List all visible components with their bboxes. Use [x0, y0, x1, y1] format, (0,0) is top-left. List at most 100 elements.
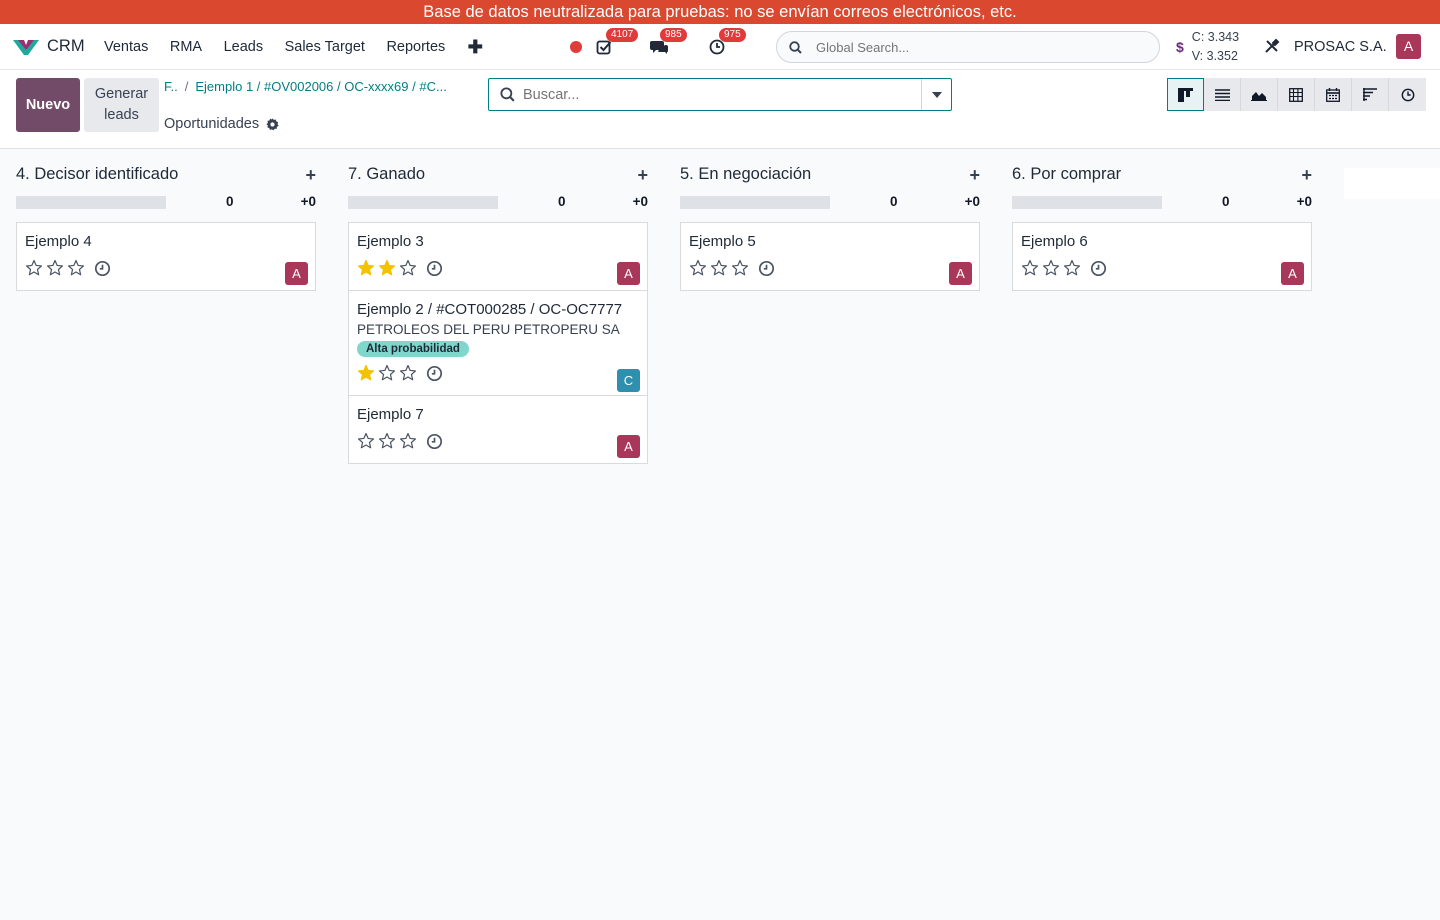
plus-icon[interactable]: ✚ [468, 37, 483, 58]
messages-badge: 985 [660, 28, 687, 42]
view-pivot-button[interactable] [1278, 78, 1315, 111]
column-title[interactable]: 4. Decisor identificado [16, 165, 178, 184]
list-icon [1214, 88, 1230, 101]
star-empty-icon[interactable] [399, 364, 417, 382]
star-empty-icon[interactable] [1063, 259, 1081, 277]
star-empty-icon[interactable] [378, 432, 396, 450]
kanban-card[interactable]: Ejemplo 4 A [17, 223, 315, 290]
view-graph-button[interactable] [1241, 78, 1278, 111]
sell-rate: V: 3.352 [1191, 49, 1238, 63]
star-filled-icon[interactable] [378, 259, 396, 277]
activity-clock-icon[interactable] [758, 260, 775, 277]
crm-logo-icon[interactable] [12, 38, 40, 59]
kanban-column: 7. Ganado + 0 +0 Ejemplo 3 A Ejemplo 2 /… [348, 150, 648, 464]
view-calendar-button[interactable] [1315, 78, 1352, 111]
card-list: Ejemplo 6 A [1012, 222, 1312, 291]
activity-clock-icon[interactable] [426, 365, 443, 382]
salesperson-avatar[interactable]: A [949, 262, 972, 285]
kanban-card[interactable]: Ejemplo 3 A [349, 223, 647, 291]
tools-icon[interactable] [1264, 38, 1280, 57]
dollar-icon: $ [1176, 39, 1184, 55]
column-progress-bar[interactable] [348, 196, 498, 209]
card-list: Ejemplo 3 A Ejemplo 2 / #COT000285 / OC-… [348, 222, 648, 464]
priority-stars[interactable] [25, 259, 85, 277]
star-empty-icon[interactable] [46, 259, 64, 277]
activity-clock-icon[interactable] [1090, 260, 1107, 277]
star-empty-icon[interactable] [399, 259, 417, 277]
column-title[interactable]: 7. Ganado [348, 165, 425, 184]
salesperson-avatar[interactable]: A [1281, 262, 1304, 285]
column-title[interactable]: 5. En negociación [680, 165, 811, 184]
activity-clock-icon[interactable] [426, 260, 443, 277]
global-search[interactable] [776, 31, 1160, 63]
global-search-input[interactable] [816, 39, 1116, 55]
search-input[interactable] [523, 86, 903, 103]
card-customer: PETROLEOS DEL PERU PETROPERU SA [357, 322, 620, 337]
column-title[interactable]: 6. Por comprar [1012, 165, 1121, 184]
quick-create-plus-icon[interactable]: + [637, 165, 648, 186]
priority-stars[interactable] [689, 259, 749, 277]
star-empty-icon[interactable] [1021, 259, 1039, 277]
new-button[interactable]: Nuevo [16, 78, 80, 132]
kanban-card[interactable]: Ejemplo 7 A [349, 396, 647, 463]
gear-icon[interactable] [266, 117, 279, 131]
record-icon[interactable] [570, 41, 582, 53]
menu-item-leads[interactable]: Leads [224, 39, 264, 55]
column-progress-bar[interactable] [680, 196, 830, 209]
search-bar[interactable] [488, 78, 952, 111]
star-empty-icon[interactable] [710, 259, 728, 277]
kanban-card[interactable]: Ejemplo 6 A [1013, 223, 1311, 290]
star-empty-icon[interactable] [399, 432, 417, 450]
priority-stars[interactable] [357, 364, 417, 382]
priority-stars[interactable] [357, 259, 417, 277]
search-options-toggle[interactable] [921, 79, 951, 110]
salesperson-avatar[interactable]: A [285, 262, 308, 285]
quick-create-plus-icon[interactable]: + [969, 165, 980, 186]
star-empty-icon[interactable] [25, 259, 43, 277]
quick-create-plus-icon[interactable]: + [1301, 165, 1312, 186]
priority-stars[interactable] [1021, 259, 1081, 277]
star-empty-icon[interactable] [378, 364, 396, 382]
menu-item-reportes[interactable]: Reportes [386, 39, 445, 55]
menu-item-ventas[interactable]: Ventas [104, 39, 148, 55]
salesperson-avatar[interactable]: C [617, 369, 640, 392]
star-empty-icon[interactable] [731, 259, 749, 277]
star-filled-icon[interactable] [357, 364, 375, 382]
breadcrumb-record[interactable]: Ejemplo 1 / #OV002006 / OC-xxxx69 / #C..… [195, 79, 446, 94]
card-list: Ejemplo 4 A [16, 222, 316, 291]
breadcrumb-root[interactable]: F.. [164, 79, 178, 94]
user-avatar[interactable]: A [1396, 34, 1421, 59]
kanban-card[interactable]: Ejemplo 2 / #COT000285 / OC-OC7777 PETRO… [349, 291, 647, 396]
card-title: Ejemplo 2 / #COT000285 / OC-OC7777 [357, 301, 623, 318]
star-empty-icon[interactable] [357, 432, 375, 450]
view-list-button[interactable] [1204, 78, 1241, 111]
star-empty-icon[interactable] [67, 259, 85, 277]
activity-clock-icon[interactable] [426, 433, 443, 450]
salesperson-avatar[interactable]: A [617, 435, 640, 458]
messages-button[interactable]: 985 [650, 28, 687, 55]
app-name[interactable]: CRM [47, 37, 85, 56]
kanban-card[interactable]: Ejemplo 5 A [681, 223, 979, 290]
view-kanban-button[interactable] [1167, 78, 1204, 111]
menu-item-sales-target[interactable]: Sales Target [285, 39, 365, 55]
activity-clock-icon[interactable] [94, 260, 111, 277]
star-empty-icon[interactable] [689, 259, 707, 277]
column-progress-bar[interactable] [16, 196, 166, 209]
add-column-area[interactable] [1344, 168, 1440, 199]
company-switcher[interactable]: PROSAC S.A. [1294, 39, 1387, 55]
salesperson-avatar[interactable]: A [617, 262, 640, 285]
card-title: Ejemplo 3 [357, 233, 424, 250]
star-filled-icon[interactable] [357, 259, 375, 277]
menu-item-rma[interactable]: RMA [170, 39, 202, 55]
generate-leads-button[interactable]: Generar leads [84, 78, 159, 132]
kanban-column: 6. Por comprar + 0 +0 Ejemplo 6 A [1012, 150, 1312, 291]
currency-rates[interactable]: $ C: 3.343 V: 3.352 [1176, 28, 1239, 66]
timer-button[interactable]: 975 [709, 28, 746, 55]
activities-button[interactable]: 4107 [596, 28, 639, 55]
column-progress-bar[interactable] [1012, 196, 1162, 209]
star-empty-icon[interactable] [1042, 259, 1060, 277]
view-activity-button[interactable] [1389, 78, 1426, 111]
priority-stars[interactable] [357, 432, 417, 450]
quick-create-plus-icon[interactable]: + [305, 165, 316, 186]
view-cohort-button[interactable] [1352, 78, 1389, 111]
